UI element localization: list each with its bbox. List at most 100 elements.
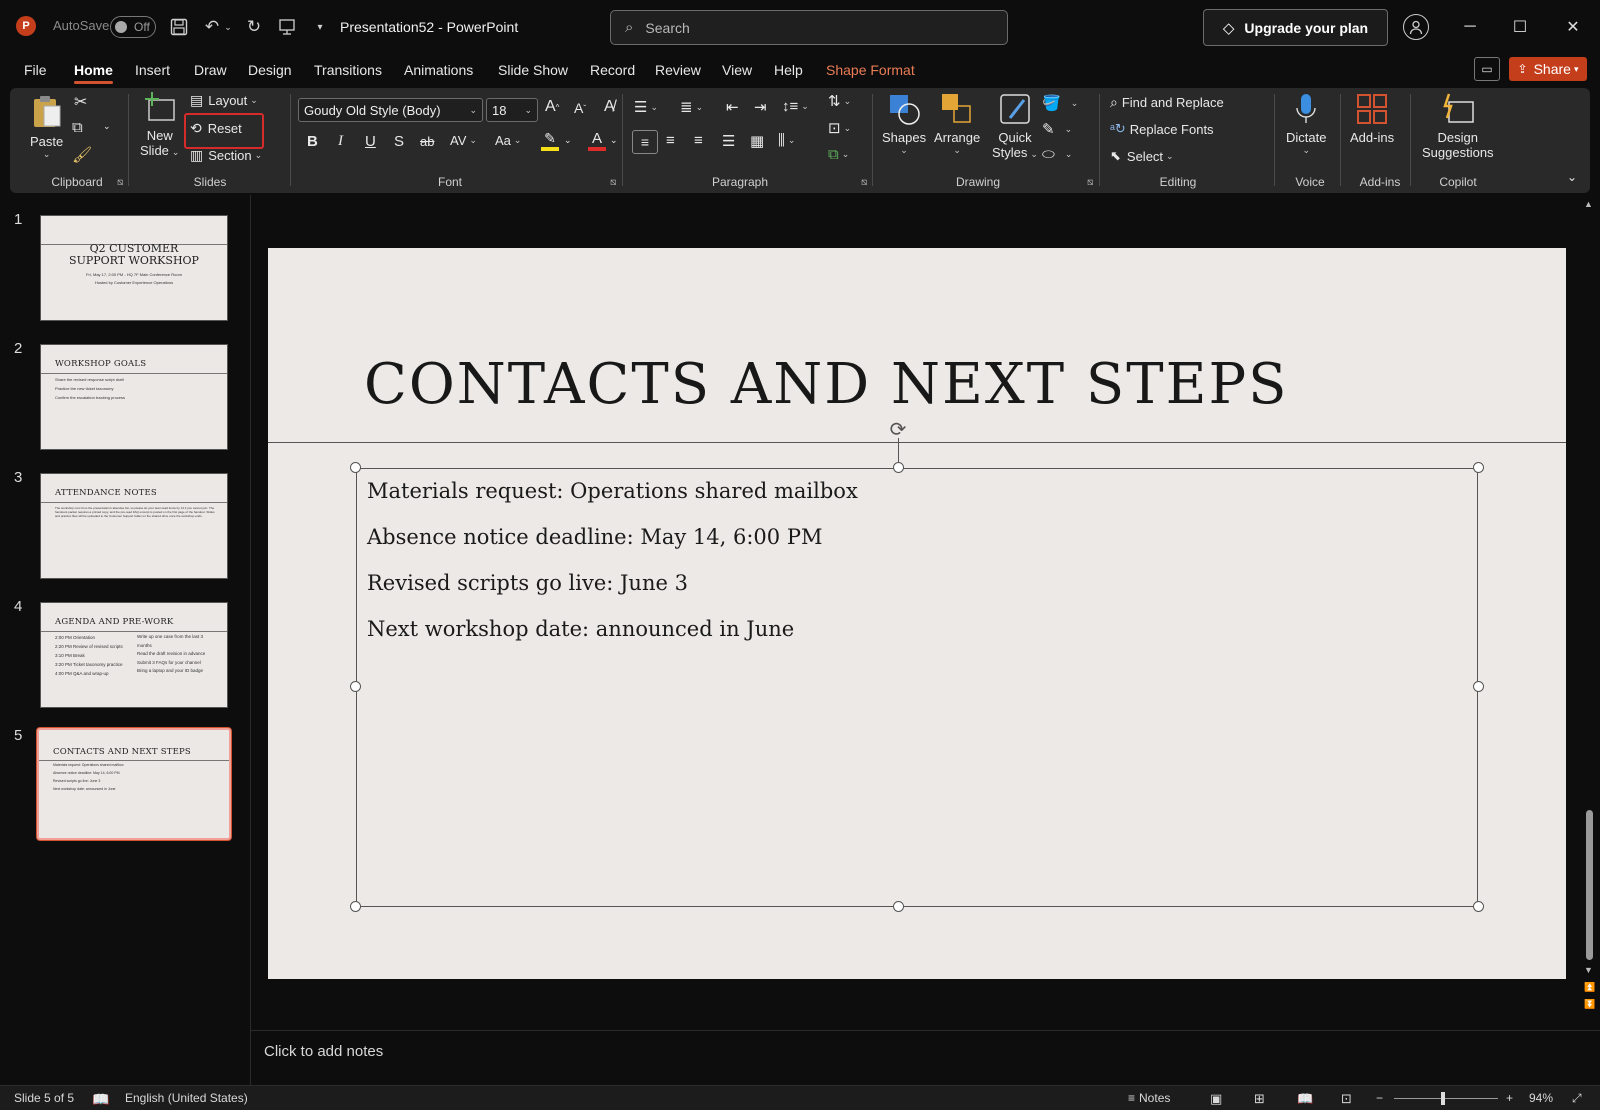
zoom-slider[interactable]	[1394, 1098, 1498, 1099]
clear-formatting-icon[interactable]: A̸	[604, 98, 615, 116]
highlight-color-button[interactable]: ✎	[541, 130, 559, 151]
tab-insert[interactable]: Insert	[135, 62, 170, 78]
search-input[interactable]: ⌕ Search	[610, 10, 1008, 45]
notes-placeholder[interactable]: Click to add notes	[264, 1043, 383, 1060]
zoom-in-button[interactable]: +	[1506, 1091, 1513, 1105]
rotate-handle-icon[interactable]: ⟳	[887, 418, 909, 441]
resize-handle-left[interactable]	[350, 681, 361, 692]
new-slide-button[interactable]: New Slide ⌄	[140, 92, 179, 158]
comments-button[interactable]: ▭	[1474, 57, 1500, 81]
paste-button[interactable]: Paste ⌄	[30, 94, 63, 160]
layout-button[interactable]: ▤ Layout ⌄	[190, 92, 258, 109]
bold-button[interactable]: B	[307, 133, 318, 150]
language-indicator[interactable]: English (United States)	[125, 1091, 248, 1105]
columns-icon[interactable]: ▦	[750, 132, 764, 150]
slide-show-icon[interactable]: ⊡	[1341, 1091, 1352, 1107]
zoom-out-button[interactable]: −	[1376, 1091, 1383, 1105]
minimize-button[interactable]: ─	[1447, 12, 1493, 42]
align-right-icon[interactable]: ≡	[694, 132, 703, 149]
shadow-button[interactable]: S	[394, 133, 404, 150]
resize-handle-bottom[interactable]	[893, 901, 904, 912]
resize-handle-right[interactable]	[1473, 681, 1484, 692]
format-painter-icon[interactable]: 🖌	[72, 145, 92, 165]
change-case-button[interactable]: Aa ⌄	[495, 133, 521, 148]
increase-font-icon[interactable]: A ^	[545, 98, 559, 116]
resize-handle-top-right[interactable]	[1473, 462, 1484, 473]
increase-indent-icon[interactable]: ⇥	[754, 98, 767, 116]
justify-icon[interactable]: ☰	[722, 132, 735, 150]
content-line-1[interactable]: Materials request: Operations shared mai…	[367, 479, 858, 503]
undo-dropdown-chevron-icon[interactable]: ⌄	[222, 15, 234, 39]
select-button[interactable]: ⬉ Select ⌄	[1110, 148, 1174, 164]
find-and-replace-button[interactable]: ⌕ Find and Replace	[1110, 94, 1224, 111]
next-slide-icon[interactable]: ⏬	[1584, 999, 1595, 1010]
slide-title[interactable]: CONTACTS AND NEXT STEPS	[364, 352, 1289, 417]
tab-draw[interactable]: Draw	[194, 62, 227, 78]
scrollbar-thumb[interactable]	[1586, 810, 1593, 960]
convert-smartart-icon[interactable]: ⧉ ⌄	[828, 146, 849, 163]
font-color-chevron-icon[interactable]: ⌄	[610, 135, 618, 146]
tab-record[interactable]: Record	[590, 62, 635, 78]
scroll-down-arrow-icon[interactable]: ▼	[1584, 965, 1593, 975]
shape-outline-icon[interactable]: ✎ ⌄	[1042, 120, 1072, 138]
section-button[interactable]: ▥ Section ⌄	[190, 147, 262, 164]
maximize-button[interactable]: ☐	[1497, 12, 1543, 42]
slide-thumbnail-4[interactable]: AGENDA AND PRE-WORK 2:00 PM Orientation 2…	[40, 602, 228, 708]
text-direction-icon[interactable]: ⇅ ⌄	[828, 92, 851, 110]
redo-icon[interactable]: ↻	[242, 15, 266, 39]
italic-button[interactable]: I	[338, 133, 343, 150]
align-center-icon[interactable]: ≡	[666, 132, 675, 149]
slide-thumbnail-5[interactable]: CONTACTS AND NEXT STEPS Materials reques…	[37, 728, 231, 840]
fit-to-window-icon[interactable]: ⤢	[1572, 1091, 1582, 1106]
font-launcher-icon[interactable]: ⧅	[610, 177, 616, 188]
slide-sorter-icon[interactable]: ⊞	[1254, 1091, 1265, 1107]
content-line-3[interactable]: Revised scripts go live: June 3	[367, 571, 688, 595]
content-line-4[interactable]: Next workshop date: announced in June	[367, 617, 794, 641]
tab-file[interactable]: File	[24, 62, 47, 78]
notes-pane[interactable]: Click to add notes	[251, 1030, 1600, 1075]
highlight-chevron-icon[interactable]: ⌄	[564, 135, 572, 146]
accessibility-icon[interactable]: 📖	[92, 1091, 109, 1108]
autosave-toggle[interactable]: Off	[110, 16, 156, 38]
copy-icon[interactable]: ⧉	[72, 119, 83, 136]
resize-handle-top-left[interactable]	[350, 462, 361, 473]
shape-effects-icon[interactable]: ⬭ ⌄	[1042, 146, 1072, 163]
align-left-icon[interactable]: ≡	[632, 130, 658, 154]
content-textbox[interactable]: Materials request: Operations shared mai…	[356, 468, 1478, 907]
resize-handle-bottom-left[interactable]	[350, 901, 361, 912]
previous-slide-icon[interactable]: ⏫	[1584, 982, 1595, 993]
tab-transitions[interactable]: Transitions	[314, 62, 382, 78]
zoom-level[interactable]: 94%	[1529, 1091, 1553, 1105]
font-color-button[interactable]: A	[588, 130, 606, 151]
customize-toolbar-icon[interactable]: ▾	[308, 15, 332, 39]
close-button[interactable]: ✕	[1550, 12, 1596, 42]
vertical-scrollbar[interactable]: ▲ ▼ ⏫ ⏬	[1580, 195, 1600, 1030]
tab-design[interactable]: Design	[248, 62, 292, 78]
tab-home[interactable]: Home	[74, 62, 113, 84]
font-size-combobox[interactable]: 18 ⌄	[486, 98, 538, 122]
copy-chevron-icon[interactable]: ⌄	[103, 121, 111, 132]
font-name-combobox[interactable]: Goudy Old Style (Body) ⌄	[298, 98, 483, 122]
current-slide[interactable]: CONTACTS AND NEXT STEPS ⟳ Materials requ…	[268, 248, 1566, 979]
line-spacing-icon[interactable]: ↕≡ ⌄	[782, 98, 809, 115]
resize-handle-top[interactable]	[893, 462, 904, 473]
normal-view-icon[interactable]: ▣	[1210, 1091, 1222, 1107]
quick-styles-button[interactable]: Quick Styles ⌄	[992, 92, 1038, 160]
numbering-icon[interactable]: ≣ ⌄	[680, 98, 703, 116]
decrease-indent-icon[interactable]: ⇤	[726, 98, 739, 116]
clipboard-launcher-icon[interactable]: ⧅	[117, 177, 123, 188]
zoom-slider-knob[interactable]	[1441, 1092, 1445, 1105]
paragraph-launcher-icon[interactable]: ⧅	[861, 177, 867, 188]
slide-thumbnail-3[interactable]: ATTENDANCE NOTES The workshop runs from …	[40, 473, 228, 579]
dictate-button[interactable]: Dictate ⌄	[1286, 92, 1326, 156]
present-from-start-icon[interactable]	[275, 15, 299, 39]
underline-button[interactable]: U	[365, 133, 376, 150]
save-icon[interactable]	[167, 15, 191, 39]
align-text-icon[interactable]: ⊡ ⌄	[828, 119, 851, 137]
tab-slide-show[interactable]: Slide Show	[498, 62, 568, 78]
collapse-ribbon-chevron-icon[interactable]: ⌄	[1567, 170, 1577, 184]
cut-icon[interactable]: ✂	[74, 92, 87, 112]
content-line-2[interactable]: Absence notice deadline: May 14, 6:00 PM	[367, 525, 822, 549]
share-button[interactable]: ⇪ Share ▾	[1509, 57, 1587, 81]
tab-review[interactable]: Review	[655, 62, 701, 78]
